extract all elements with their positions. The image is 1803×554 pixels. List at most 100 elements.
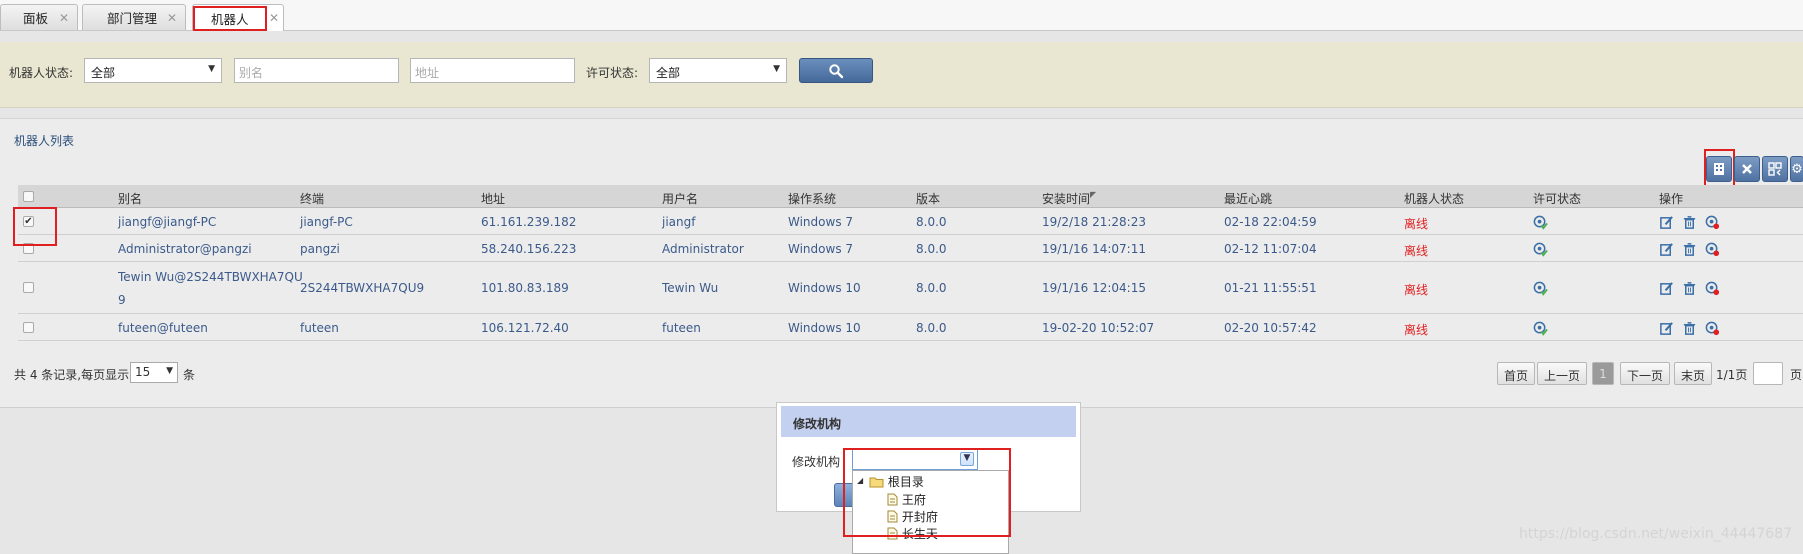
dropdown-arrow-icon: ▼	[166, 366, 173, 376]
page-size-select[interactable]: 15 ▼	[130, 362, 178, 383]
license-status-label: 许可状态:	[586, 66, 639, 80]
unbind-icon[interactable]	[1705, 321, 1720, 336]
edit-icon[interactable]	[1659, 242, 1674, 257]
sort-arrow-icon: ◤	[1090, 190, 1097, 199]
first-page-button[interactable]: 首页	[1497, 362, 1536, 385]
table-row[interactable]: Tewin Wu@2S244TBWXHA7QU 9 2S244TBWXHA7QU9 1…	[18, 262, 1803, 314]
cell-terminal: 2S244TBWXHA7QU9	[300, 281, 425, 295]
table-row[interactable]: ✔ jiangf@jiangf-PC jiangf-PC 61.161.239.182…	[18, 208, 1803, 235]
highlight-box	[1704, 149, 1735, 188]
close-icon[interactable]: ✕	[167, 11, 177, 25]
page-info: 1/1页	[1716, 368, 1748, 382]
cell-username: Administrator	[662, 242, 744, 256]
list-title: 机器人列表	[14, 134, 75, 148]
next-page-button[interactable]: 下一页	[1620, 362, 1671, 385]
cell-username: Tewin Wu	[662, 281, 719, 295]
select-all-checkbox[interactable]	[23, 191, 34, 202]
dropdown-arrow-icon: ▼	[208, 64, 215, 74]
column-header[interactable]: 操作系统	[788, 190, 836, 207]
column-header[interactable]: 终端	[300, 190, 324, 207]
trash-icon[interactable]	[1682, 242, 1697, 257]
column-header[interactable]: 机器人状态	[1404, 190, 1464, 207]
cell-install-time: 19/1/16 12:04:15	[1042, 281, 1146, 295]
dialog-title: 修改机构	[781, 406, 1076, 437]
trash-icon[interactable]	[1682, 281, 1697, 296]
dropdown-arrow-icon: ▼	[773, 64, 780, 74]
column-header[interactable]: 许可状态	[1533, 190, 1581, 207]
cell-heartbeat: 02-18 22:04:59	[1224, 215, 1317, 229]
cell-address: 58.240.156.223	[481, 242, 577, 256]
cell-os: Windows 10	[788, 281, 861, 295]
cell-status: 离线	[1404, 323, 1429, 337]
table-header: 别名 终端 地址 用户名 操作系统 版本 安装时间◤ 最近心跳 机器人状态 许可…	[18, 185, 1803, 208]
current-page[interactable]: 1	[1592, 362, 1614, 385]
cell-version: 8.0.0	[916, 281, 947, 295]
close-icon	[1742, 164, 1752, 174]
column-header[interactable]: 最近心跳	[1224, 190, 1272, 207]
tab-label: 机器人	[193, 5, 267, 31]
page-suffix: 页	[1790, 368, 1803, 382]
cell-address: 106.121.72.40	[481, 321, 569, 335]
trash-icon[interactable]	[1682, 215, 1697, 230]
tab-bar: 面板 ✕ 部门管理 ✕ 机器人 ✕	[0, 0, 1803, 31]
delete-button[interactable]	[1734, 156, 1760, 182]
cell-address: 61.161.239.182	[481, 215, 577, 229]
row-checkbox[interactable]	[23, 282, 34, 293]
column-header[interactable]: 别名	[118, 190, 142, 207]
highlight-box	[13, 207, 57, 246]
watermark: https://blog.csdn.net/weixin_44447687	[1519, 526, 1793, 542]
prev-page-button[interactable]: 上一页	[1537, 362, 1588, 385]
license-status-select[interactable]: 全部 ▼	[649, 58, 787, 83]
cell-alias-line: 9	[118, 293, 126, 307]
close-icon[interactable]: ✕	[269, 11, 279, 25]
unbind-icon[interactable]	[1705, 242, 1720, 257]
column-header[interactable]: 操作	[1659, 190, 1683, 207]
edit-icon[interactable]	[1659, 215, 1674, 230]
column-header-install-time[interactable]: 安装时间◤	[1042, 190, 1096, 207]
page-size-unit: 条	[183, 368, 196, 382]
cell-heartbeat: 02-12 11:07:04	[1224, 242, 1317, 256]
cell-os: Windows 7	[788, 215, 854, 229]
trash-icon[interactable]	[1682, 321, 1697, 336]
tab-department[interactable]: 部门管理 ✕	[82, 4, 186, 30]
cell-terminal: pangzi	[300, 242, 340, 256]
license-icon	[1533, 281, 1548, 296]
cell-heartbeat: 01-21 11:55:51	[1224, 281, 1317, 295]
page-jump-input[interactable]	[1753, 362, 1783, 385]
robot-status-select[interactable]: 全部 ▼	[84, 58, 222, 83]
tab-dashboard[interactable]: 面板 ✕	[0, 4, 78, 30]
search-button[interactable]	[799, 58, 873, 83]
cell-alias: Administrator@pangzi	[118, 242, 252, 256]
column-header[interactable]: 地址	[481, 190, 505, 207]
address-input[interactable]: 地址	[410, 58, 575, 83]
close-icon[interactable]: ✕	[59, 11, 69, 25]
tab-robot[interactable]: 机器人 ✕	[192, 4, 284, 31]
robot-status-value: 全部	[91, 66, 116, 80]
column-header[interactable]: 用户名	[662, 190, 698, 207]
unbind-icon[interactable]	[1705, 215, 1720, 230]
cell-os: Windows 10	[788, 321, 861, 335]
edit-icon[interactable]	[1659, 281, 1674, 296]
row-checkbox[interactable]	[23, 322, 34, 333]
cell-username: futeen	[662, 321, 701, 335]
column-header[interactable]: 版本	[916, 190, 940, 207]
cell-alias: futeen@futeen	[118, 321, 208, 335]
search-icon	[829, 63, 844, 78]
settings-button[interactable]: ⚙	[1790, 156, 1803, 182]
cell-install-time: 19/1/16 14:07:11	[1042, 242, 1146, 256]
unbind-icon[interactable]	[1705, 281, 1720, 296]
edit-icon[interactable]	[1659, 321, 1674, 336]
last-page-button[interactable]: 末页	[1674, 362, 1713, 385]
cell-terminal: futeen	[300, 321, 339, 335]
qrcode-button[interactable]	[1762, 156, 1788, 182]
cell-alias: jiangf@jiangf-PC	[118, 215, 217, 229]
robot-status-label: 机器人状态:	[9, 66, 74, 80]
cell-heartbeat: 02-20 10:57:42	[1224, 321, 1317, 335]
cell-status: 离线	[1404, 217, 1429, 231]
alias-input[interactable]: 别名	[234, 58, 399, 83]
cell-status: 离线	[1404, 244, 1429, 258]
table-row[interactable]: futeen@futeen futeen 106.121.72.40 futeen Wi…	[18, 314, 1803, 341]
cell-terminal: jiangf-PC	[300, 215, 353, 229]
table-row[interactable]: Administrator@pangzi pangzi 58.240.156.223…	[18, 235, 1803, 262]
grid-icon	[1768, 162, 1782, 176]
